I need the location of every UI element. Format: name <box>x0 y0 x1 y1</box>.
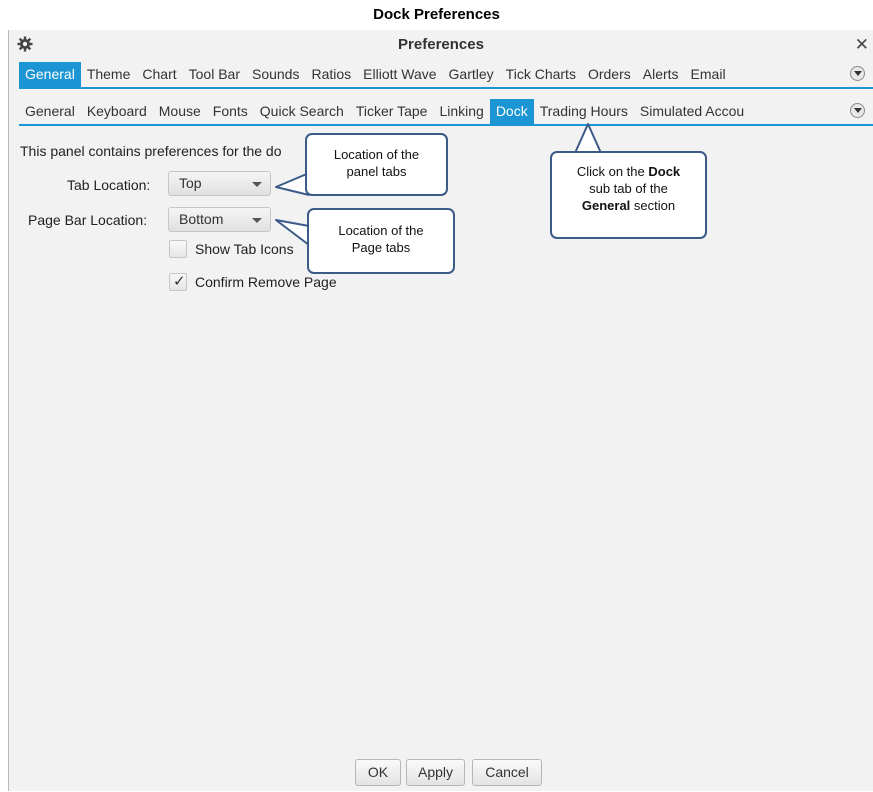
sub-tab-dock[interactable]: Dock <box>489 99 534 124</box>
page-bar-location-label: Page Bar Location: <box>28 212 148 228</box>
chevron-down-icon[interactable] <box>850 103 865 118</box>
window-title: Preferences <box>398 36 484 53</box>
tab-alerts[interactable]: Alerts <box>637 62 685 87</box>
callout-panel-tabs: Location of the panel tabs <box>305 133 448 196</box>
callout-dock-line1-bold: Dock <box>648 164 681 179</box>
tab-location-label: Tab Location: <box>67 177 151 193</box>
tab-ratios[interactable]: Ratios <box>305 62 357 87</box>
tab-orders[interactable]: Orders <box>582 62 637 87</box>
main-tab-strip: General Theme Chart Tool Bar Sounds Ratios Ell… <box>19 62 732 87</box>
apply-button[interactable]: Apply <box>406 759 465 786</box>
callout-dock-line1-text: Click on the <box>576 164 649 179</box>
confirm-remove-page-label: Confirm Remove Page <box>195 274 337 290</box>
panel-intro-text: This panel contains preferences for the … <box>20 143 282 159</box>
tab-sounds[interactable]: Sounds <box>246 62 305 87</box>
sub-tab-quick-search[interactable]: Quick Search <box>254 99 350 124</box>
callout-pointer <box>275 219 310 246</box>
document-title: Dock Preferences <box>373 6 500 23</box>
tab-chart[interactable]: Chart <box>136 62 182 87</box>
callout-panel-tabs-line2: panel tabs <box>346 164 407 179</box>
sub-tab-ticker-tape[interactable]: Ticker Tape <box>350 99 434 124</box>
callout-page-tabs-line1: Location of the <box>338 223 424 238</box>
sub-tab-simulated-accou[interactable]: Simulated Accou <box>634 99 750 124</box>
callout-page-tabs: Location of the Page tabs <box>307 208 455 274</box>
show-tab-icons-checkbox[interactable] <box>169 240 187 258</box>
callout-panel-tabs-line1: Location of the <box>333 147 420 162</box>
callout-dock-line3-text: section <box>630 198 676 213</box>
sub-tab-keyboard[interactable]: Keyboard <box>81 99 153 124</box>
callout-page-tabs-line2: Page tabs <box>351 240 411 255</box>
sub-tab-strip: General Keyboard Mouse Fonts Quick Search Tic… <box>19 99 750 124</box>
sub-tab-linking[interactable]: Linking <box>433 99 489 124</box>
confirm-remove-page-checkbox[interactable]: ✓ <box>169 273 187 291</box>
main-tab-underline <box>19 87 873 89</box>
tab-tick-charts[interactable]: Tick Charts <box>500 62 582 87</box>
preferences-window: Preferences ✕ General Theme Chart Tool Bar S… <box>8 30 873 791</box>
callout-dock-line3-bold: General <box>581 198 631 213</box>
tab-elliott-wave[interactable]: Elliott Wave <box>357 62 442 87</box>
chevron-down-icon <box>252 182 262 187</box>
tab-location-value: Top <box>179 175 202 191</box>
checkmark-icon: ✓ <box>173 273 186 290</box>
sub-tab-mouse[interactable]: Mouse <box>153 99 207 124</box>
title-bar: Preferences ✕ <box>9 30 873 60</box>
tab-location-select[interactable]: Top <box>168 171 271 196</box>
tab-email[interactable]: Email <box>685 62 732 87</box>
page-bar-location-select[interactable]: Bottom <box>168 207 271 232</box>
cancel-button[interactable]: Cancel <box>472 759 542 786</box>
ok-button[interactable]: OK <box>355 759 401 786</box>
main-tab-bar: General Theme Chart Tool Bar Sounds Ratios Ell… <box>9 62 873 89</box>
chevron-down-icon <box>252 218 262 223</box>
sub-tab-general[interactable]: General <box>19 99 81 124</box>
tab-tool-bar[interactable]: Tool Bar <box>183 62 246 87</box>
tab-theme[interactable]: Theme <box>81 62 137 87</box>
close-icon[interactable]: ✕ <box>855 30 869 60</box>
dialog-buttons: OK Apply Cancel <box>9 759 873 789</box>
dock-panel: This panel contains preferences for the … <box>9 123 873 750</box>
tab-gartley[interactable]: Gartley <box>443 62 500 87</box>
page-bar-location-value: Bottom <box>179 211 224 227</box>
callout-dock-tab: Click on the Dock sub tab of the General… <box>550 151 707 239</box>
sub-tab-bar: General Keyboard Mouse Fonts Quick Search Tic… <box>9 99 873 126</box>
chevron-down-icon[interactable] <box>850 66 865 81</box>
sub-tab-underline <box>19 124 873 126</box>
sub-tab-fonts[interactable]: Fonts <box>207 99 254 124</box>
tab-general[interactable]: General <box>19 62 81 87</box>
callout-dock-line2: sub tab of the <box>589 181 668 196</box>
